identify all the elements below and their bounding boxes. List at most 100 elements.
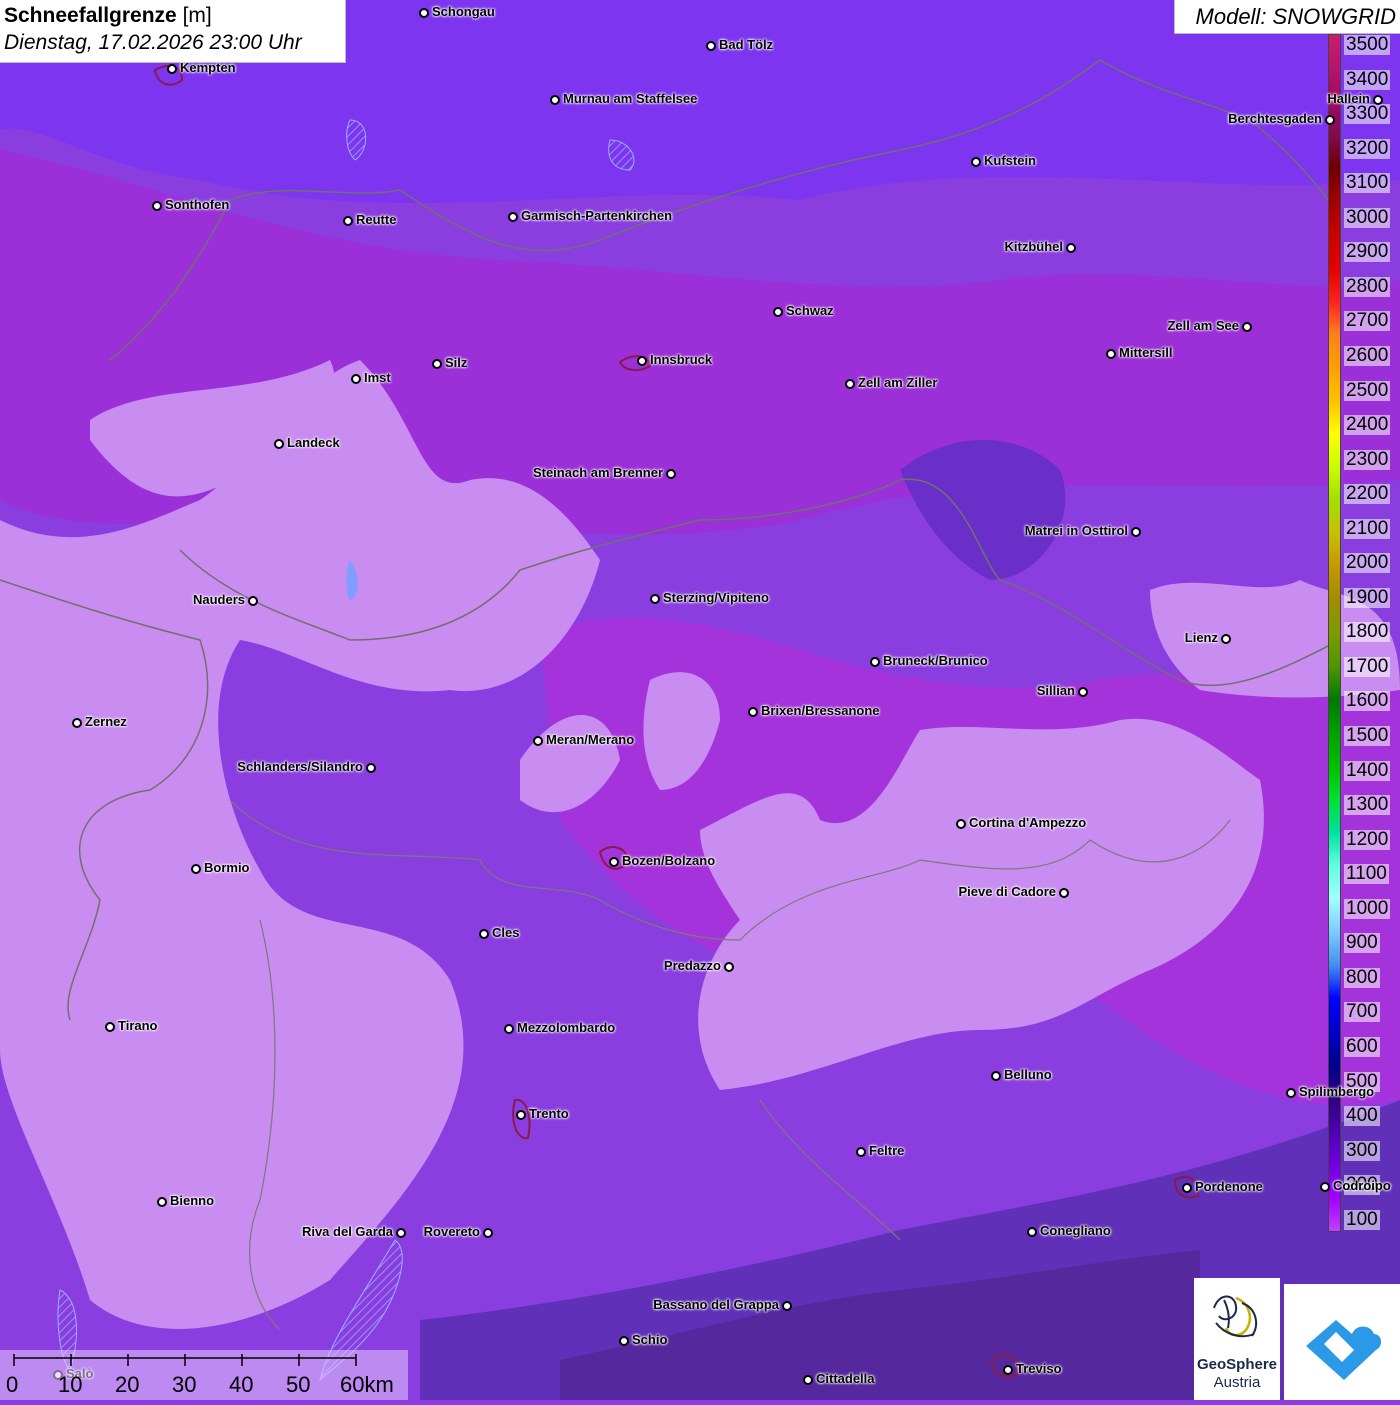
city-label: Spilimbergo	[1299, 1084, 1375, 1099]
legend-label-1000: 1000	[1344, 897, 1391, 919]
scale-bar: 0 10 20 30 40 50 60km	[0, 1350, 408, 1400]
legend-label-2300: 2300	[1344, 448, 1391, 470]
city-marker	[650, 594, 660, 604]
city-marker	[1078, 687, 1088, 697]
legend-label-700: 700	[1344, 1001, 1380, 1023]
city-label: Landeck	[287, 435, 340, 450]
city-marker	[432, 359, 442, 369]
city-marker	[105, 1022, 115, 1032]
city-label: Schongau	[432, 4, 495, 19]
city-label: Bormio	[204, 860, 250, 875]
legend-label-300: 300	[1344, 1139, 1380, 1161]
scale-tick-40: 40	[229, 1372, 254, 1397]
city-marker	[1242, 322, 1252, 332]
city-marker	[971, 157, 981, 167]
city-label: Mezzolombardo	[517, 1020, 616, 1035]
city-label: Hallein	[1327, 91, 1370, 106]
city-label: Mittersill	[1119, 345, 1173, 360]
city-label: Steinach am Brenner	[532, 465, 663, 480]
map-title-text: Schneefallgrenze	[4, 4, 177, 27]
city-label: Tirano	[118, 1018, 158, 1033]
city-label: Schio	[632, 1332, 668, 1347]
city-label: Lienz	[1184, 630, 1218, 645]
city-label: Predazzo	[663, 958, 721, 973]
city-marker	[870, 657, 880, 667]
city-marker	[419, 8, 429, 18]
city-label: Brixen/Bressanone	[761, 703, 880, 718]
city-marker	[483, 1228, 493, 1238]
legend-color-bar	[1328, 34, 1341, 1232]
city-marker	[666, 469, 676, 479]
geosphere-logo[interactable]: GeoSphere Austria	[1194, 1278, 1280, 1400]
city-label: Trento	[529, 1106, 569, 1121]
city-label: Zell am See	[1167, 318, 1239, 333]
legend-label-3000: 3000	[1344, 206, 1391, 228]
geosphere-text-2: Austria	[1213, 1374, 1261, 1391]
city-marker	[396, 1228, 406, 1238]
city-label: Conegliano	[1040, 1223, 1111, 1238]
city-marker	[773, 307, 783, 317]
legend-label-2600: 2600	[1344, 344, 1391, 366]
legend-label-1700: 1700	[1344, 655, 1391, 677]
city-marker	[479, 929, 489, 939]
city-marker	[1325, 115, 1335, 125]
legend-label-2000: 2000	[1344, 552, 1391, 574]
scale-tick-20: 20	[115, 1372, 140, 1397]
mountain-cloud-icon	[1306, 1320, 1382, 1380]
scale-tick-50: 50	[286, 1372, 311, 1397]
legend-label-2500: 2500	[1344, 379, 1391, 401]
scale-tick-0: 0	[6, 1372, 19, 1397]
city-marker	[167, 64, 177, 74]
city-label: Kufstein	[984, 153, 1036, 168]
city-marker	[845, 379, 855, 389]
legend-label-1500: 1500	[1344, 725, 1391, 746]
city-marker	[609, 857, 619, 867]
city-label: Bruneck/Brunico	[883, 653, 988, 668]
city-label: Berchtesgaden	[1228, 111, 1322, 126]
city-label: Treviso	[1016, 1361, 1062, 1376]
city-marker	[991, 1071, 1001, 1081]
city-marker	[508, 212, 518, 222]
city-label: Pieve di Cadore	[958, 884, 1056, 899]
scale-tick-60: 60km	[340, 1372, 394, 1397]
city-marker	[782, 1301, 792, 1311]
city-label: Murnau am Staffelsee	[563, 91, 698, 106]
snow-app-logo[interactable]	[1284, 1284, 1400, 1400]
city-marker	[856, 1147, 866, 1157]
city-marker	[1182, 1183, 1192, 1193]
legend-label-3300: 3300	[1344, 103, 1391, 125]
city-marker	[1059, 888, 1069, 898]
city-marker	[803, 1375, 813, 1385]
city-marker	[504, 1024, 514, 1034]
title-box: Schneefallgrenze [m] Dienstag, 17.02.202…	[0, 0, 346, 63]
city-label: Sterzing/Vipiteno	[663, 590, 769, 605]
legend-label-2700: 2700	[1344, 310, 1391, 332]
model-label: Modell: SNOWGRID	[1174, 0, 1400, 34]
legend-label-2100: 2100	[1344, 517, 1391, 539]
city-label: Feltre	[869, 1143, 905, 1158]
city-label: Silz	[445, 355, 468, 370]
city-label: Schlanders/Silandro	[237, 759, 363, 774]
city-label: Innsbruck	[650, 352, 713, 367]
city-marker	[157, 1197, 167, 1207]
legend-label-1900: 1900	[1344, 586, 1391, 608]
legend-label-2200: 2200	[1344, 483, 1391, 505]
city-marker	[956, 819, 966, 829]
city-label: Kempten	[180, 60, 236, 75]
city-marker	[351, 374, 361, 384]
city-label: Codroipo	[1333, 1178, 1391, 1193]
legend-label-1300: 1300	[1344, 794, 1391, 816]
scale-tick-10: 10	[58, 1372, 83, 1397]
legend-label-1400: 1400	[1344, 759, 1391, 781]
city-marker	[1027, 1227, 1037, 1237]
city-marker	[724, 962, 734, 972]
legend-label-3400: 3400	[1344, 68, 1391, 90]
city-label: Bienno	[170, 1193, 215, 1208]
city-label: Imst	[364, 370, 391, 385]
city-label: Bassano del Grappa	[653, 1297, 779, 1312]
city-label: Schwaz	[786, 303, 834, 318]
legend-label-600: 600	[1344, 1035, 1380, 1057]
legend-label-1100: 1100	[1344, 863, 1389, 885]
legend-label-3500: 3500	[1344, 34, 1391, 55]
city-marker	[516, 1110, 526, 1120]
